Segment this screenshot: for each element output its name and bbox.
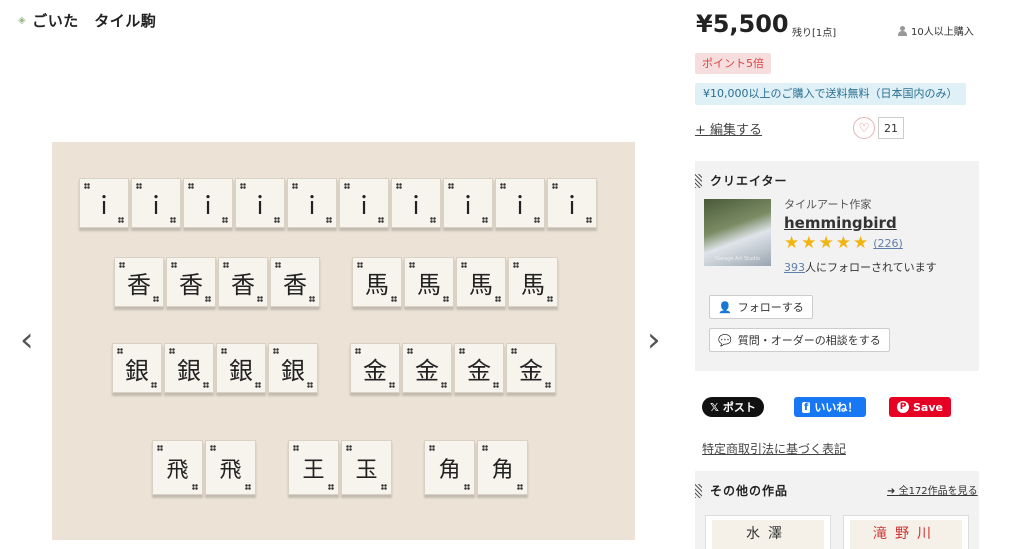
- speech-bubble-icon: 💬: [718, 333, 732, 347]
- rating-stars: ★ ★ ★ ★ ★ (226): [784, 235, 903, 252]
- tile-piece: 金: [454, 343, 504, 393]
- tile-piece: 角: [477, 440, 528, 495]
- tile-piece: 香: [270, 257, 320, 307]
- price: ¥5,500: [696, 10, 789, 38]
- facebook-like-button[interactable]: f いいね！: [794, 397, 867, 417]
- tile-piece: ｉ: [339, 178, 389, 228]
- favorite-count: 21: [878, 117, 904, 139]
- tile-piece: ｉ: [443, 178, 493, 228]
- see-all-works-link[interactable]: ➜ 全172作品を見る: [887, 482, 978, 497]
- tile-piece: 飛: [152, 440, 203, 495]
- add-user-icon: 👤: [718, 300, 732, 314]
- creator-role: タイルアート作家: [784, 198, 872, 211]
- other-work-thumb[interactable]: 滝野川: [843, 515, 969, 549]
- tile-piece: 香: [166, 257, 216, 307]
- tile-piece: ｉ: [79, 178, 129, 228]
- tile-piece: 金: [402, 343, 452, 393]
- follow-button[interactable]: 👤 フォローする: [709, 295, 813, 319]
- consult-button-label: 質問・オーダーの相談をする: [737, 334, 881, 347]
- star-icon: ★: [801, 233, 817, 253]
- tile-piece: ｉ: [235, 178, 285, 228]
- tile-piece: 香: [218, 257, 268, 307]
- tile-piece: 玉: [341, 440, 392, 495]
- shipping-badge: ¥10,000以上のご購入で送料無料（日本国内のみ）: [695, 83, 966, 105]
- x-post-button[interactable]: 𝕏 ポスト: [702, 397, 764, 417]
- followers-count-link[interactable]: 393: [784, 261, 805, 274]
- tile-piece: 飛: [205, 440, 256, 495]
- see-all-label: 全172作品を見る: [898, 486, 978, 497]
- favorite-heart-icon[interactable]: ♡: [853, 117, 875, 139]
- review-count-link[interactable]: (226): [873, 237, 903, 250]
- creator-name-link[interactable]: hemmingbird: [784, 214, 897, 232]
- x-post-label: ポスト: [722, 401, 756, 414]
- tile-piece: ｉ: [183, 178, 233, 228]
- facebook-like-label: いいね！: [814, 401, 859, 414]
- chevron-circle-icon: ➜: [887, 486, 896, 497]
- tile-piece: 馬: [404, 257, 454, 307]
- tile-piece: 馬: [508, 257, 558, 307]
- tile-piece: ｉ: [287, 178, 337, 228]
- tile-piece: 香: [114, 257, 164, 307]
- followers-suffix: 人にフォローされています: [805, 261, 937, 274]
- tile-piece: 銀: [112, 343, 162, 393]
- avatar-caption: Garage Art Studio: [715, 256, 760, 262]
- tile-piece: 銀: [164, 343, 214, 393]
- point-badge: ポイント5倍: [695, 53, 771, 74]
- star-icon: ★: [784, 233, 800, 253]
- other-works-panel: その他の作品 ➜ 全172作品を見る 水澤 滝野川: [695, 471, 979, 549]
- buyers-count: 10人以上購入: [898, 23, 974, 38]
- facebook-logo-icon: f: [802, 401, 811, 413]
- thumb-text: 水澤: [712, 520, 824, 549]
- x-logo-icon: 𝕏: [710, 400, 719, 414]
- product-title: ◈ ごいた タイル駒: [18, 10, 156, 31]
- stock-count: 残り[1点]: [792, 28, 837, 39]
- tile-row-2: 香香香香馬馬馬馬: [114, 257, 558, 307]
- tile-row-3: 銀銀銀銀金金金金: [112, 343, 556, 393]
- pinterest-save-button[interactable]: P Save: [889, 397, 951, 417]
- section-bar-icon: [695, 173, 702, 188]
- creator-section-title: クリエイター: [710, 174, 788, 188]
- section-bar-icon: [695, 483, 702, 498]
- other-works-header: その他の作品: [695, 482, 788, 499]
- followers-text: 393人にフォローされています: [784, 259, 937, 275]
- creator-panel: クリエイター Garage Art Studio タイルアート作家 hemmin…: [695, 161, 979, 371]
- leaf-icon: ◈: [18, 15, 27, 26]
- consult-button[interactable]: 💬 質問・オーダーの相談をする: [709, 328, 890, 352]
- prev-image-arrow-icon[interactable]: ‹: [20, 320, 34, 360]
- tile-piece: 金: [350, 343, 400, 393]
- tile-piece: ｉ: [495, 178, 545, 228]
- tile-piece: 馬: [352, 257, 402, 307]
- star-icon: ★: [835, 233, 851, 253]
- tile-piece: 銀: [216, 343, 266, 393]
- pinterest-logo-icon: P: [897, 401, 909, 413]
- creator-avatar[interactable]: Garage Art Studio: [704, 199, 771, 266]
- next-image-arrow-icon[interactable]: ›: [647, 320, 661, 360]
- tile-piece: 銀: [268, 343, 318, 393]
- tile-piece: 王: [288, 440, 339, 495]
- tile-piece: ｉ: [131, 178, 181, 228]
- product-photo[interactable]: ｉｉｉｉｉｉｉｉｉｉ 香香香香馬馬馬馬 銀銀銀銀金金金金 飛飛王玉角角: [52, 142, 635, 540]
- tile-piece: ｉ: [547, 178, 597, 228]
- person-icon: [898, 25, 907, 36]
- edit-link[interactable]: + 編集する: [695, 119, 762, 138]
- tokutei-link[interactable]: 特定商取引法に基づく表記: [702, 440, 846, 457]
- buyers-text: 10人以上購入: [911, 27, 974, 38]
- creator-section-header: クリエイター: [695, 172, 788, 189]
- other-work-thumb[interactable]: 水澤: [705, 515, 831, 549]
- star-icon: ★: [818, 233, 834, 253]
- thumb-text: 滝野川: [850, 520, 962, 549]
- other-works-title: その他の作品: [710, 484, 789, 498]
- product-title-text: ごいた タイル駒: [32, 12, 157, 30]
- tile-piece: ｉ: [391, 178, 441, 228]
- pinterest-save-label: Save: [913, 400, 943, 414]
- tile-row-4: 飛飛王玉角角: [152, 440, 528, 495]
- star-icon: ★: [853, 233, 869, 253]
- follow-button-label: フォローする: [737, 301, 804, 314]
- tile-piece: 金: [506, 343, 556, 393]
- tile-piece: 角: [424, 440, 475, 495]
- tile-piece: 馬: [456, 257, 506, 307]
- tile-row-1: ｉｉｉｉｉｉｉｉｉｉ: [79, 178, 597, 228]
